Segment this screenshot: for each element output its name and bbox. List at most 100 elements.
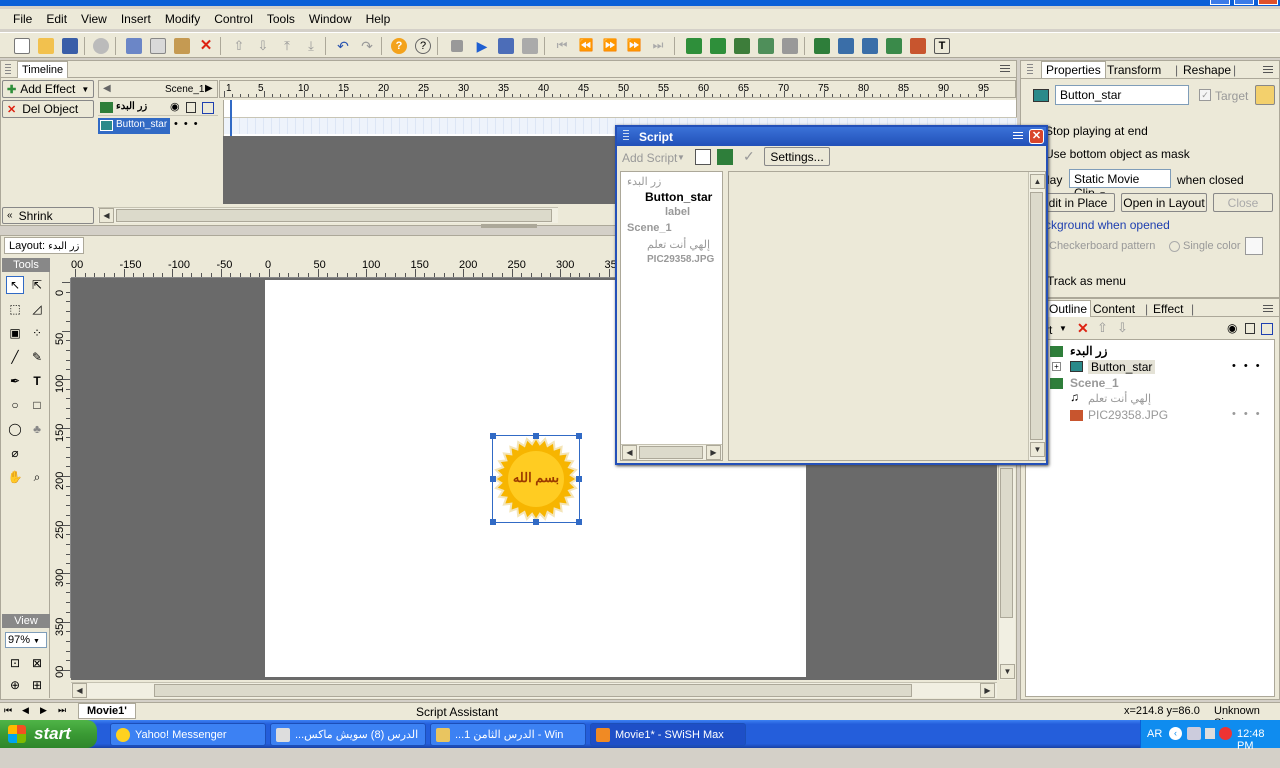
- pencil-tool-icon[interactable]: ✎: [28, 348, 46, 366]
- checkerboard-label[interactable]: Checkerboard pattern: [1049, 240, 1155, 252]
- del-object-button[interactable]: ✕ Del Object: [2, 100, 94, 118]
- script-view-icon[interactable]: [695, 149, 711, 165]
- lock-icon[interactable]: [1245, 323, 1255, 334]
- edit-in-place-button[interactable]: dit in Place: [1041, 193, 1115, 212]
- open-folder-icon[interactable]: [38, 38, 54, 54]
- move-up-icon[interactable]: ⇧: [231, 38, 247, 54]
- first-movie-icon[interactable]: ⏮: [4, 705, 12, 716]
- track-menu-label[interactable]: Track as menu: [1047, 274, 1126, 288]
- minimize-button[interactable]: [1210, 0, 1230, 5]
- select-tool-icon[interactable]: ↖: [6, 276, 24, 294]
- editor-v-scrollbar[interactable]: ▲ ▼: [1028, 172, 1045, 460]
- language-indicator[interactable]: AR: [1147, 728, 1162, 740]
- visibility-eye-icon[interactable]: ◉: [1227, 321, 1237, 335]
- insert-button-icon[interactable]: [734, 38, 750, 54]
- eyedropper-tool-icon[interactable]: ⌀: [6, 444, 24, 462]
- ellipse-tool-icon[interactable]: ○: [6, 396, 24, 414]
- network-icon[interactable]: [1187, 727, 1201, 740]
- tab-properties[interactable]: Properties: [1041, 61, 1106, 78]
- dropdown-arrow-icon[interactable]: ▼: [1059, 324, 1067, 333]
- rectangle-tool-icon[interactable]: □: [28, 396, 46, 414]
- cut-icon[interactable]: [126, 38, 142, 54]
- menu-view[interactable]: View: [74, 9, 114, 29]
- tab-timeline[interactable]: Timeline: [17, 61, 69, 78]
- last-movie-icon[interactable]: ⏭: [58, 705, 66, 716]
- tab-reshape[interactable]: Reshape: [1183, 63, 1231, 77]
- group-button-icon[interactable]: [862, 38, 878, 54]
- close-window-button[interactable]: [1258, 0, 1278, 5]
- menu-edit[interactable]: Edit: [39, 9, 74, 29]
- move-top-icon[interactable]: ⤒: [279, 38, 295, 54]
- save-icon[interactable]: [62, 38, 78, 54]
- next-movie-icon[interactable]: ▶: [40, 705, 47, 716]
- tree-item[interactable]: إلهي أنت تعلم: [647, 238, 710, 251]
- move-bottom-icon[interactable]: ⤓: [303, 38, 319, 54]
- zoom-selection-icon[interactable]: ⊠: [28, 654, 46, 672]
- button-star-object[interactable]: بسم الله: [490, 433, 582, 525]
- break-apart-icon[interactable]: [910, 38, 926, 54]
- context-help-icon[interactable]: ?: [415, 38, 431, 54]
- group-sprite-icon[interactable]: [838, 38, 854, 54]
- tab-content[interactable]: Content: [1093, 302, 1135, 316]
- outline-toggle-icon[interactable]: [1261, 323, 1273, 335]
- tree-item[interactable]: Button_star: [645, 190, 712, 204]
- open-in-layout-button[interactable]: Open in Layout: [1121, 193, 1207, 212]
- zoom-in-icon[interactable]: ⊕: [6, 676, 24, 694]
- outline-item[interactable]: PIC29358.JPG: [1088, 408, 1168, 422]
- insert-scene-icon[interactable]: [686, 38, 702, 54]
- insert-text-icon[interactable]: [758, 38, 774, 54]
- scene-next-icon[interactable]: ▶: [205, 83, 213, 94]
- play-icon[interactable]: ▶: [474, 38, 490, 54]
- single-color-radio[interactable]: [1169, 241, 1180, 252]
- reshape-tool-icon[interactable]: ◿: [28, 300, 46, 318]
- outline-toggle-icon[interactable]: [202, 102, 214, 114]
- subselect-tool-icon[interactable]: ⇱: [28, 276, 46, 294]
- outline-item[interactable]: Scene_1: [1070, 376, 1119, 390]
- panel-menu-icon[interactable]: [1263, 305, 1273, 313]
- panel-menu-icon[interactable]: [1013, 132, 1023, 140]
- tree-item[interactable]: Scene_1: [627, 222, 672, 234]
- undo-icon[interactable]: ↶: [335, 38, 351, 54]
- delete-icon[interactable]: ✕: [1077, 320, 1089, 337]
- next-keyframe-icon[interactable]: ⏩: [602, 38, 618, 54]
- task-yahoo-messenger[interactable]: Yahoo! Messenger: [110, 723, 266, 746]
- movie-tab[interactable]: Movie1': [78, 703, 136, 719]
- target-checkbox[interactable]: ✓: [1199, 89, 1211, 101]
- text-tool-icon[interactable]: T: [934, 38, 950, 54]
- check-syntax-icon[interactable]: ✓: [743, 148, 755, 165]
- tab-effect[interactable]: Effect: [1153, 302, 1183, 316]
- last-frame-icon[interactable]: ⏭: [650, 38, 666, 54]
- tab-transform[interactable]: Transform: [1107, 63, 1161, 77]
- tree-item[interactable]: label: [665, 206, 690, 218]
- outline-item[interactable]: إلهي أنت تعلم: [1088, 392, 1151, 405]
- single-color-label[interactable]: Single color: [1183, 240, 1240, 252]
- move-down-icon[interactable]: ⇩: [1117, 320, 1128, 336]
- group-icon[interactable]: [814, 38, 830, 54]
- tab-layout[interactable]: Layout: زر البدء: [4, 237, 85, 254]
- menu-window[interactable]: Window: [302, 9, 359, 29]
- prev-frame-icon[interactable]: ⏪: [578, 38, 594, 54]
- panel-menu-icon[interactable]: [1263, 66, 1273, 74]
- menu-control[interactable]: Control: [207, 9, 260, 29]
- insert-image-icon[interactable]: [782, 38, 798, 54]
- outline-item[interactable]: Button_star: [1088, 360, 1156, 374]
- menu-help[interactable]: Help: [359, 9, 398, 29]
- publish-icon[interactable]: [93, 38, 109, 54]
- dropdown-arrow-icon[interactable]: ▼: [677, 153, 685, 162]
- add-effect-button[interactable]: ✚ Add Effect ▼: [2, 80, 94, 98]
- tree-h-scrollbar[interactable]: ◀ ▶: [621, 444, 722, 460]
- playhead[interactable]: [230, 100, 232, 136]
- help-icon[interactable]: ?: [391, 38, 407, 54]
- move-down-icon[interactable]: ⇩: [255, 38, 271, 54]
- hand-tool-icon[interactable]: ✋: [6, 468, 24, 486]
- play-mode-select[interactable]: Static Movie Clip▼: [1069, 169, 1171, 200]
- maximize-button[interactable]: [1234, 0, 1254, 5]
- shrink-button[interactable]: « Shrink: [2, 207, 94, 224]
- expand-icon[interactable]: +: [1052, 362, 1061, 371]
- task-swish-max[interactable]: Movie1* - SWiSH Max: [590, 723, 746, 746]
- motion-path-icon[interactable]: ⁘: [28, 324, 46, 342]
- redo-icon[interactable]: ↷: [359, 38, 375, 54]
- new-file-icon[interactable]: [14, 38, 30, 54]
- pen-tool-icon[interactable]: ✒: [6, 372, 24, 390]
- panel-splitter[interactable]: [481, 224, 537, 228]
